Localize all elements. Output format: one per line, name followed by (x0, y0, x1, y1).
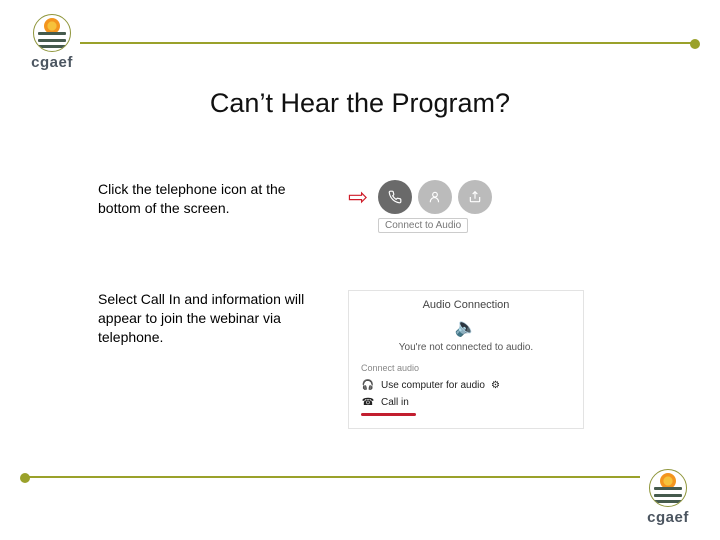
instruction-1: Click the telephone icon at the bottom o… (98, 180, 308, 218)
participants-icon[interactable] (418, 180, 452, 214)
settings-icon: ⚙ (491, 380, 500, 391)
option-label: Call in (381, 397, 409, 408)
header: cgaef (24, 14, 696, 74)
share-icon[interactable] (458, 180, 492, 214)
phone-small-icon: ☎ (361, 397, 375, 408)
option-call-in[interactable]: ☎ Call in (361, 394, 571, 411)
footer-rule (24, 476, 640, 478)
arrow-right-icon: ⇨ (348, 186, 368, 210)
brand-name: cgaef (24, 54, 80, 71)
phone-icon[interactable] (378, 180, 412, 214)
dialog-section: Connect audio (361, 363, 571, 373)
instruction-2: Select Call In and information will appe… (98, 290, 308, 347)
screenshot-audio-connection-dialog: Audio Connection 🔈 You're not connected … (348, 290, 584, 429)
brand-logo-bottom: cgaef (640, 469, 696, 526)
brand-name: cgaef (640, 509, 696, 526)
call-in-highlight (361, 413, 416, 416)
header-rule (80, 42, 696, 44)
option-use-computer-audio[interactable]: 🎧 Use computer for audio ⚙ (361, 377, 571, 394)
option-label: Use computer for audio (381, 380, 485, 391)
brand-badge-icon (649, 469, 687, 507)
connect-to-audio-label: Connect to Audio (378, 218, 468, 233)
brand-badge-icon (33, 14, 71, 52)
headphones-icon: 🎧 (361, 380, 375, 391)
dialog-message: You're not connected to audio. (361, 342, 571, 353)
screenshot-telephone-icon: ⇨ Connect to Audio (348, 180, 672, 244)
speaker-muted-icon: 🔈 (361, 317, 571, 338)
brand-logo-top: cgaef (24, 14, 80, 71)
footer: cgaef (24, 466, 696, 526)
content-grid: Click the telephone icon at the bottom o… (98, 180, 672, 429)
dialog-title: Audio Connection (361, 299, 571, 311)
page-title: Can’t Hear the Program? (0, 88, 720, 119)
